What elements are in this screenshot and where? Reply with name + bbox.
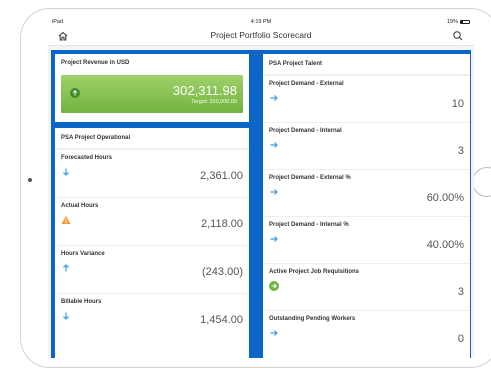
- arrow-down-icon: [63, 168, 69, 176]
- search-icon[interactable]: [452, 30, 464, 42]
- operational-card: PSA Project Operational Forecasted Hours…: [55, 128, 249, 358]
- metric-label: Outstanding Pending Workers: [269, 316, 356, 322]
- metric-value: 1,454.00: [200, 314, 243, 326]
- metric-value: (243.00): [202, 266, 243, 278]
- operational-title: PSA Project Operational: [61, 135, 131, 141]
- status-bar: iPad 4:19 PM 19%: [48, 18, 474, 27]
- screen: iPad 4:19 PM 19% Project Portfolio Score…: [48, 18, 474, 358]
- arrow-right-icon: [270, 189, 278, 195]
- metric-demand-internal[interactable]: Project Demand - Internal 3: [263, 122, 470, 169]
- metric-label: Active Project Job Requisitions: [269, 269, 360, 275]
- revenue-title: Project Revenue in USD: [61, 60, 130, 66]
- metric-value: 40.00%: [426, 239, 464, 251]
- metric-active-job-requisitions[interactable]: Active Project Job Requisitions 3: [263, 263, 470, 310]
- arrow-up-circle-icon: [70, 88, 80, 98]
- metric-demand-internal-pct[interactable]: Project Demand - Internal % 40.00%: [263, 216, 470, 263]
- talent-card: PSA Project Talent Project Demand - Exte…: [263, 54, 470, 358]
- revenue-value: 302,311.98: [172, 83, 237, 98]
- metric-label: Project Demand - External: [269, 81, 344, 87]
- talent-header: PSA Project Talent: [263, 54, 470, 75]
- metric-label: Billable Hours: [61, 299, 102, 305]
- operational-header: PSA Project Operational: [55, 128, 249, 149]
- metric-label: Project Demand - Internal: [269, 128, 342, 134]
- metric-forecasted-hours[interactable]: Forecasted Hours 2,361.00: [55, 149, 249, 197]
- arrow-right-icon: [270, 142, 278, 148]
- metric-demand-external-pct[interactable]: Project Demand - External % 60.00%: [263, 169, 470, 216]
- battery-percent: 19%: [446, 19, 458, 25]
- revenue-bar: 302,311.98 Target: 310,000.00: [61, 75, 243, 113]
- metric-value: 3: [457, 286, 464, 298]
- warning-icon: [61, 215, 71, 224]
- battery-indicator: 19%: [447, 19, 470, 25]
- metric-value: 2,361.00: [200, 170, 243, 182]
- metric-label: Hours Variance: [61, 251, 105, 257]
- revenue-target: Target: 310,000.00: [191, 99, 237, 105]
- page-title: Project Portfolio Scorecard: [210, 30, 312, 40]
- metric-value: 0: [457, 333, 464, 345]
- metric-value: 2,118.00: [200, 218, 243, 230]
- arrow-right-icon: [270, 236, 278, 242]
- metric-value: 3: [457, 145, 464, 157]
- metric-hours-variance[interactable]: Hours Variance (243.00): [55, 245, 249, 293]
- metric-label: Project Demand - Internal %: [269, 222, 349, 228]
- revenue-card[interactable]: Project Revenue in USD 302,311.98 Target…: [55, 54, 249, 122]
- metric-label: Forecasted Hours: [61, 155, 113, 161]
- arrow-right-icon: [270, 95, 278, 101]
- talent-title: PSA Project Talent: [269, 61, 323, 67]
- arrow-right-circle-icon: [269, 281, 279, 291]
- nav-bar: Project Portfolio Scorecard: [48, 27, 474, 46]
- dashboard-content: Project Revenue in USD 302,311.98 Target…: [51, 50, 471, 358]
- arrow-up-icon: [63, 264, 69, 272]
- metric-actual-hours[interactable]: Actual Hours 2,118.00: [55, 197, 249, 245]
- status-time: 4:19 PM: [250, 19, 272, 25]
- metric-demand-external[interactable]: Project Demand - External 10: [263, 75, 470, 122]
- metric-label: Actual Hours: [61, 203, 99, 209]
- metric-value: 10: [451, 98, 464, 110]
- metric-label: Project Demand - External %: [269, 175, 351, 181]
- arrow-right-icon: [270, 330, 278, 336]
- metric-billable-hours[interactable]: Billable Hours 1,454.00: [55, 293, 249, 341]
- metric-value: 60.00%: [426, 192, 464, 204]
- battery-icon: [460, 20, 470, 24]
- camera-dot: [28, 178, 32, 182]
- arrow-down-icon: [63, 312, 69, 320]
